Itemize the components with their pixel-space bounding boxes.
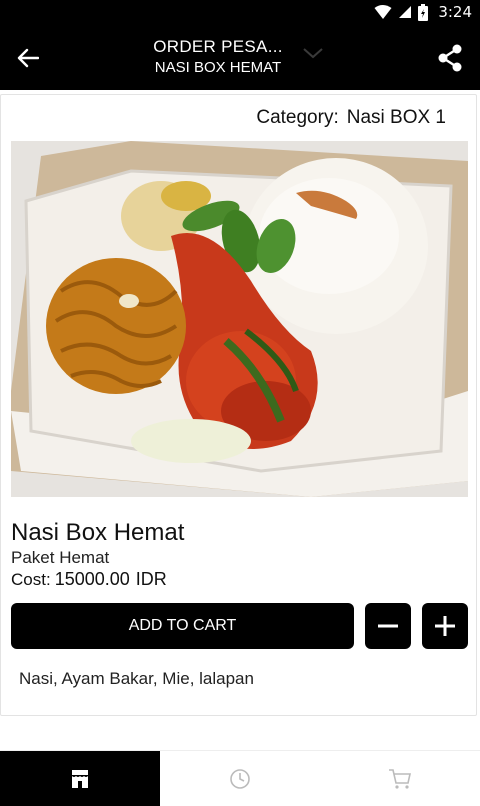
wifi-icon (374, 4, 392, 20)
share-button[interactable] (434, 42, 466, 74)
category-row: Category: Nasi BOX 1 (256, 107, 446, 129)
cell-signal-icon (398, 5, 412, 19)
cost-label: Cost: (11, 570, 51, 589)
clock-icon (230, 768, 250, 789)
product-package: Paket Hemat (11, 548, 110, 567)
page-subtitle: NASI BOX HEMAT (154, 59, 282, 76)
status-time: 3:24 (438, 3, 472, 21)
app-bar: ORDER PESA... NASI BOX HEMAT (0, 24, 480, 90)
add-to-cart-button[interactable]: ADD TO CART (11, 603, 354, 649)
category-label: Category: (256, 107, 339, 128)
product-name: Nasi Box Hemat (11, 519, 185, 546)
increase-quantity-button[interactable] (422, 603, 468, 649)
tab-cart[interactable] (320, 751, 480, 806)
arrow-left-icon (17, 48, 39, 68)
cart-icon (389, 768, 411, 789)
plus-icon (435, 616, 455, 636)
store-icon (72, 769, 88, 788)
status-bar: 3:24 (0, 0, 480, 24)
tab-store[interactable] (0, 751, 160, 806)
tab-history[interactable] (160, 751, 320, 806)
minus-icon (378, 624, 398, 628)
category-value: Nasi BOX 1 (346, 107, 446, 128)
cost-value: 15000.00 (54, 569, 130, 589)
battery-icon (418, 3, 429, 21)
share-icon (438, 44, 462, 72)
ingredients-text: Nasi, Ayam Bakar, Mie, lalapan (19, 669, 254, 688)
currency-label: IDR (135, 569, 167, 589)
bottom-nav (0, 750, 480, 806)
product-card: Category: Nasi BOX 1 Nasi Box Hemat Pake… (0, 94, 477, 716)
back-button[interactable] (12, 42, 44, 74)
chevron-down-icon[interactable] (302, 46, 324, 65)
page-title: ORDER PESA... (153, 37, 283, 56)
cost-row: Cost: 15000.00 IDR (11, 569, 167, 590)
decrease-quantity-button[interactable] (365, 603, 411, 649)
product-image (11, 141, 468, 497)
title-dropdown[interactable]: ORDER PESA... NASI BOX HEMAT (130, 36, 306, 78)
